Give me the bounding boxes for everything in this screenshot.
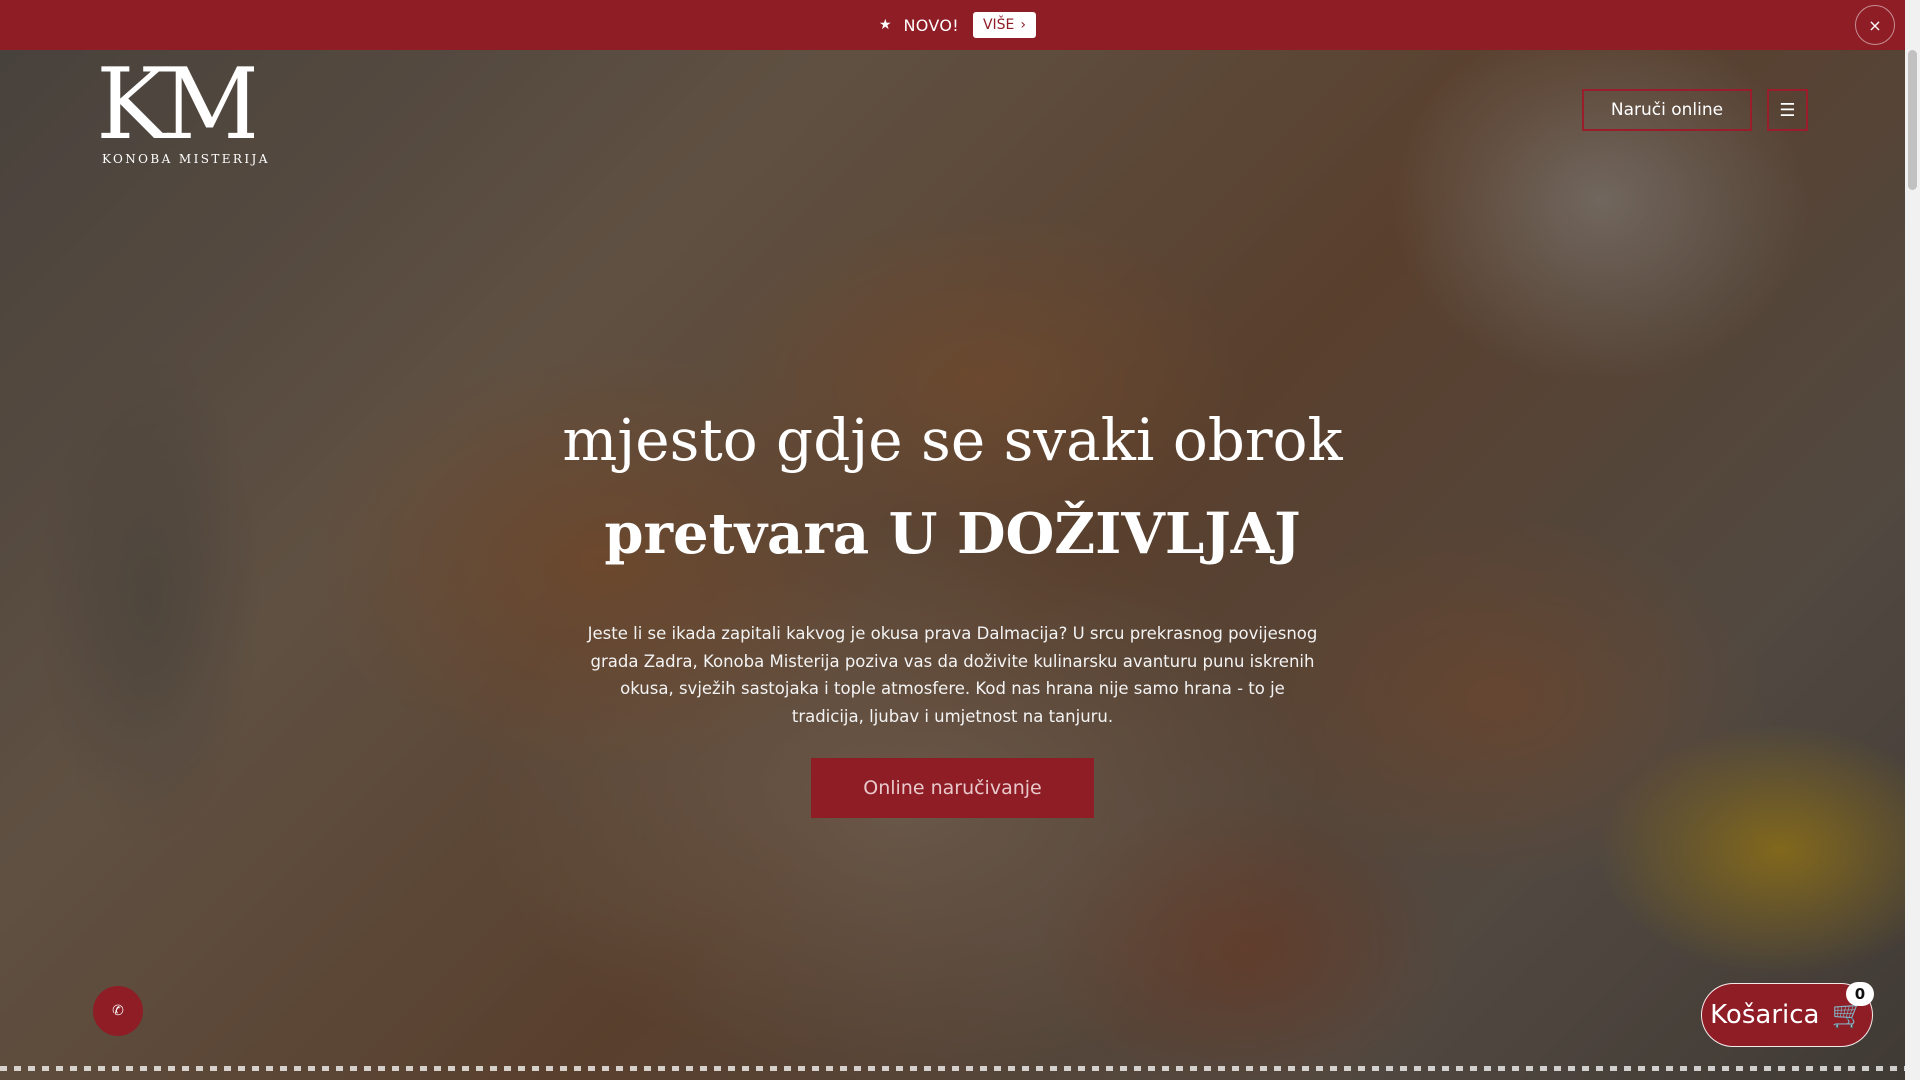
scrollbar-thumb[interactable] <box>1908 50 1917 190</box>
more-button-label: VIŠE <box>982 17 1015 33</box>
cart-count-badge: 0 <box>1846 982 1874 1006</box>
more-button[interactable]: VIŠE › <box>972 12 1037 38</box>
menu-button[interactable]: ☰ <box>1767 89 1808 131</box>
hero-description: Jeste li se ikada zapitali kakvog je oku… <box>587 624 1318 726</box>
cart-button[interactable]: Košarica 🛒 0 <box>1701 982 1874 1047</box>
close-announcement-button[interactable]: × <box>1855 5 1895 45</box>
chevron-right-icon: › <box>1020 17 1027 33</box>
logo-letters: KM <box>96 52 254 152</box>
cart-label: Košarica <box>1710 1000 1820 1030</box>
megaphone-icon: ★ <box>878 17 892 33</box>
online-order-cta-button[interactable]: Online naručivanje <box>811 758 1094 818</box>
dashed-divider <box>0 1066 1905 1071</box>
logo-tagline: KONOBA MISTERIJA <box>102 152 270 166</box>
announcement-label: NOVO! <box>903 15 959 35</box>
menu-icon: ☰ <box>1779 99 1796 121</box>
hero-title-line1: mjesto gdje se svaki obrok <box>562 406 1343 474</box>
hero-content: mjesto gdje se svaki obrok pretvara U DO… <box>560 400 1345 818</box>
logo-monogram: KM <box>96 52 254 152</box>
order-online-button[interactable]: Naruči online <box>1582 89 1752 131</box>
phone-button[interactable]: ✆ <box>93 986 143 1036</box>
logo[interactable]: KM KONOBA MISTERIJA <box>94 52 267 170</box>
scrollbar[interactable] <box>1905 0 1920 1080</box>
hero-title-line2: pretvara U DOŽIVLJAJ <box>604 501 1301 567</box>
phone-icon: ✆ <box>112 1003 124 1019</box>
announcement-bar: ★ NOVO! VIŠE › × <box>0 0 1905 50</box>
